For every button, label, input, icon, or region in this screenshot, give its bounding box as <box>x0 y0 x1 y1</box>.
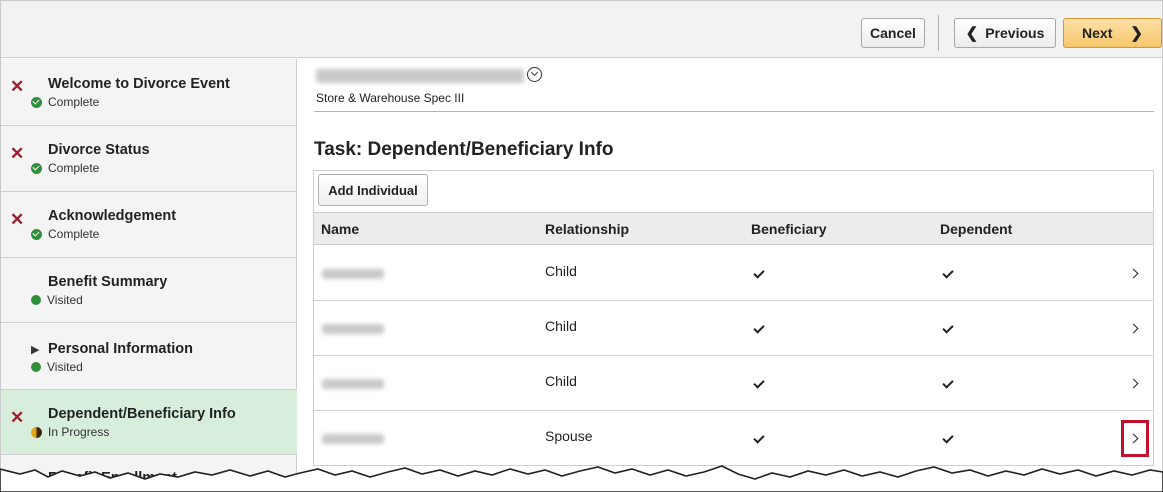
redacted-name <box>322 434 384 444</box>
sidebar-item-welcome[interactable]: ✕ Welcome to Divorce Event Complete <box>1 59 297 126</box>
next-button[interactable]: Next ❯ <box>1063 18 1162 48</box>
dependent-check-icon <box>942 267 954 279</box>
redacted-employee-name <box>316 68 524 83</box>
sidebar-item-status: Visited <box>31 360 83 374</box>
sidebar-item-status: Complete <box>31 95 99 109</box>
sidebar-item-divorce-status[interactable]: ✕ Divorce Status Complete <box>1 126 297 192</box>
table-row[interactable]: Child <box>314 356 1153 411</box>
grid-toolbar: Add Individual <box>314 171 1153 212</box>
add-individual-button[interactable]: Add Individual <box>318 174 428 206</box>
grid-header: Name Relationship Beneficiary Dependent <box>314 212 1153 245</box>
chevron-right-icon[interactable] <box>1128 268 1139 279</box>
chevron-left-icon: ❮ <box>965 25 979 42</box>
relationship-cell: Child <box>545 318 577 334</box>
required-star-icon: ✕ <box>10 77 25 96</box>
sidebar-item-status-text: In Progress <box>48 425 110 439</box>
required-star-icon: ✕ <box>10 408 25 427</box>
sidebar-item-status: Complete <box>31 227 99 241</box>
sidebar-item-status: In Progress <box>31 425 109 439</box>
chevron-right-icon: ❯ <box>1130 25 1143 42</box>
top-toolbar: Cancel ❮ Previous Next ❯ <box>1 1 1162 58</box>
job-title: Store & Warehouse Spec III <box>316 91 465 105</box>
sidebar-item-label: Personal Information <box>48 341 194 357</box>
sidebar-item-dependent-beneficiary-info[interactable]: ✕ Dependent/Beneficiary Info In Progress <box>1 390 297 455</box>
check-circle-icon <box>31 162 42 174</box>
beneficiary-check-icon <box>753 377 765 389</box>
green-dot-icon <box>31 295 41 305</box>
dependents-grid: Add Individual Name Relationship Benefic… <box>313 170 1154 466</box>
caret-right-icon[interactable]: ▶ <box>31 343 39 356</box>
redacted-name <box>322 379 384 389</box>
beneficiary-check-icon <box>753 322 765 334</box>
sidebar-item-status-text: Visited <box>47 360 83 374</box>
required-star-icon: ✕ <box>10 144 25 163</box>
torn-edge-decoration <box>0 465 1163 492</box>
sidebar-item-label: Welcome to Divorce Event <box>48 76 230 92</box>
sidebar-item-benefit-summary[interactable]: Benefit Summary Visited <box>1 258 297 323</box>
dependent-check-icon <box>942 432 954 444</box>
previous-button-label: Previous <box>985 25 1045 41</box>
callout-highlight-box <box>1121 420 1149 457</box>
dependent-check-icon <box>942 377 954 389</box>
cancel-button-label: Cancel <box>870 25 916 41</box>
relationship-cell: Child <box>545 373 577 389</box>
header-divider <box>314 111 1154 112</box>
half-circle-icon <box>31 426 42 438</box>
green-dot-icon <box>31 362 41 372</box>
previous-button[interactable]: ❮ Previous <box>954 18 1056 48</box>
next-button-label: Next <box>1082 25 1113 41</box>
table-row[interactable]: Child <box>314 301 1153 356</box>
required-star-icon: ✕ <box>10 210 25 229</box>
sidebar-item-status: Visited <box>31 293 83 307</box>
column-header-relationship[interactable]: Relationship <box>545 221 629 237</box>
sidebar-item-label: Benefit Summary <box>48 274 168 290</box>
sidebar-item-status-text: Complete <box>48 227 100 241</box>
sidebar-item-status-text: Complete <box>48 95 100 109</box>
check-circle-icon <box>31 96 42 108</box>
chevron-right-icon[interactable] <box>1128 323 1139 334</box>
employee-selector <box>316 67 542 85</box>
cancel-button[interactable]: Cancel <box>861 18 925 48</box>
dependent-check-icon <box>942 322 954 334</box>
relationship-cell: Child <box>545 263 577 279</box>
beneficiary-check-icon <box>753 432 765 444</box>
beneficiary-check-icon <box>753 267 765 279</box>
sidebar-item-label: Acknowledgement <box>48 208 177 224</box>
column-header-name[interactable]: Name <box>321 221 359 237</box>
page-title: Task: Dependent/Beneficiary Info <box>314 139 614 160</box>
relationship-cell: Spouse <box>545 428 593 444</box>
column-header-dependent[interactable]: Dependent <box>940 221 1012 237</box>
sidebar-item-personal-information[interactable]: ▶ Personal Information Visited <box>1 323 297 390</box>
sidebar-item-label: Dependent/Beneficiary Info <box>48 406 236 422</box>
redacted-name <box>322 269 384 279</box>
redacted-name <box>322 324 384 334</box>
sidebar-item-label: Divorce Status <box>48 142 150 158</box>
check-circle-icon <box>31 228 42 240</box>
sidebar-item-status: Complete <box>31 161 99 175</box>
sidebar-item-acknowledgement[interactable]: ✕ Acknowledgement Complete <box>1 192 297 258</box>
chevron-right-icon[interactable] <box>1128 378 1139 389</box>
column-header-beneficiary[interactable]: Beneficiary <box>751 221 826 237</box>
task-sidebar: ✕ Welcome to Divorce Event Complete ✕ Di… <box>1 59 297 492</box>
sidebar-item-status-text: Visited <box>47 293 83 307</box>
toolbar-divider <box>938 15 939 51</box>
sidebar-item-status-text: Complete <box>48 161 100 175</box>
chevron-down-circle-icon[interactable] <box>527 67 542 83</box>
table-row[interactable]: Child <box>314 246 1153 301</box>
